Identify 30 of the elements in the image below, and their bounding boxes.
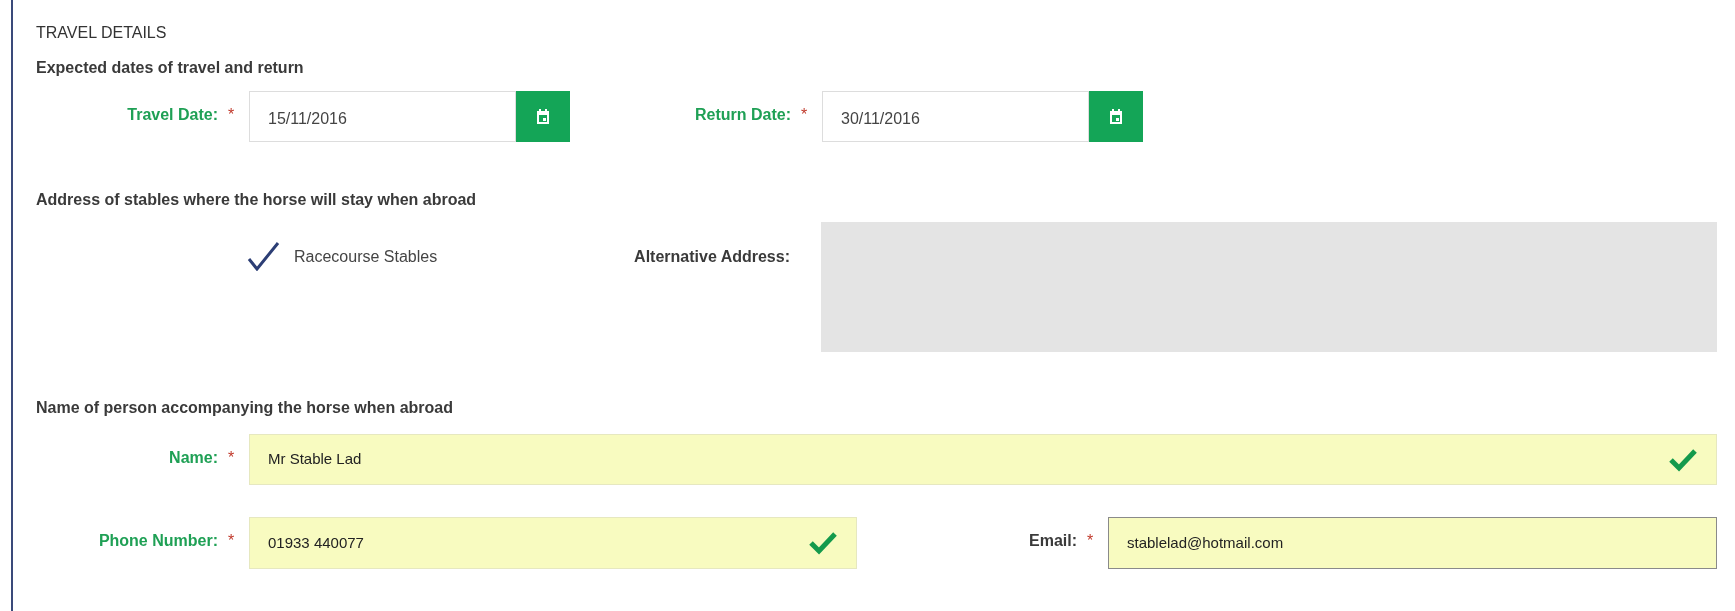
alternative-address-field[interactable] — [821, 222, 1717, 352]
field-label: Alternative Address: — [634, 248, 790, 265]
field-label: Phone Number: — [98, 532, 218, 549]
required-mark: * — [228, 451, 235, 465]
option-label[interactable]: Racecourse Stables — [294, 245, 438, 269]
required-mark: * — [228, 108, 235, 122]
input-field[interactable]: Mr Stable Lad — [249, 434, 1717, 485]
section-heading: Expected dates of travel and return — [36, 58, 305, 78]
section-heading: Name of person accompanying the horse when abroad — [36, 398, 454, 418]
field-label: Return Date: — [695, 106, 791, 123]
field-label: Name: — [169, 449, 218, 466]
required-mark: * — [228, 534, 235, 548]
section-title: TRAVEL DETAILS — [36, 23, 168, 43]
input-field[interactable]: stablelad@hotmail.com — [1108, 517, 1717, 569]
field-value: Mr Stable Lad — [268, 449, 362, 470]
calendar-icon — [1109, 109, 1123, 124]
field-label: Email: — [1029, 532, 1077, 549]
field-value: 01933 440077 — [268, 532, 364, 553]
calendar-button[interactable] — [516, 91, 570, 142]
required-mark: * — [801, 108, 808, 122]
field-value: stablelad@hotmail.com — [1127, 532, 1284, 553]
input-field[interactable]: 01933 440077 — [249, 517, 857, 569]
section-heading: Address of stables where the horse will stay when abroad — [36, 190, 478, 210]
checkmark-icon[interactable] — [247, 241, 280, 271]
date-field[interactable]: 15/11/2016 — [249, 91, 516, 142]
calendar-button[interactable] — [1089, 91, 1143, 142]
required-mark: * — [1087, 534, 1094, 548]
field-label: Travel Date: — [127, 106, 218, 123]
date-field[interactable]: 30/11/2016 — [822, 91, 1089, 142]
calendar-icon — [536, 109, 550, 124]
